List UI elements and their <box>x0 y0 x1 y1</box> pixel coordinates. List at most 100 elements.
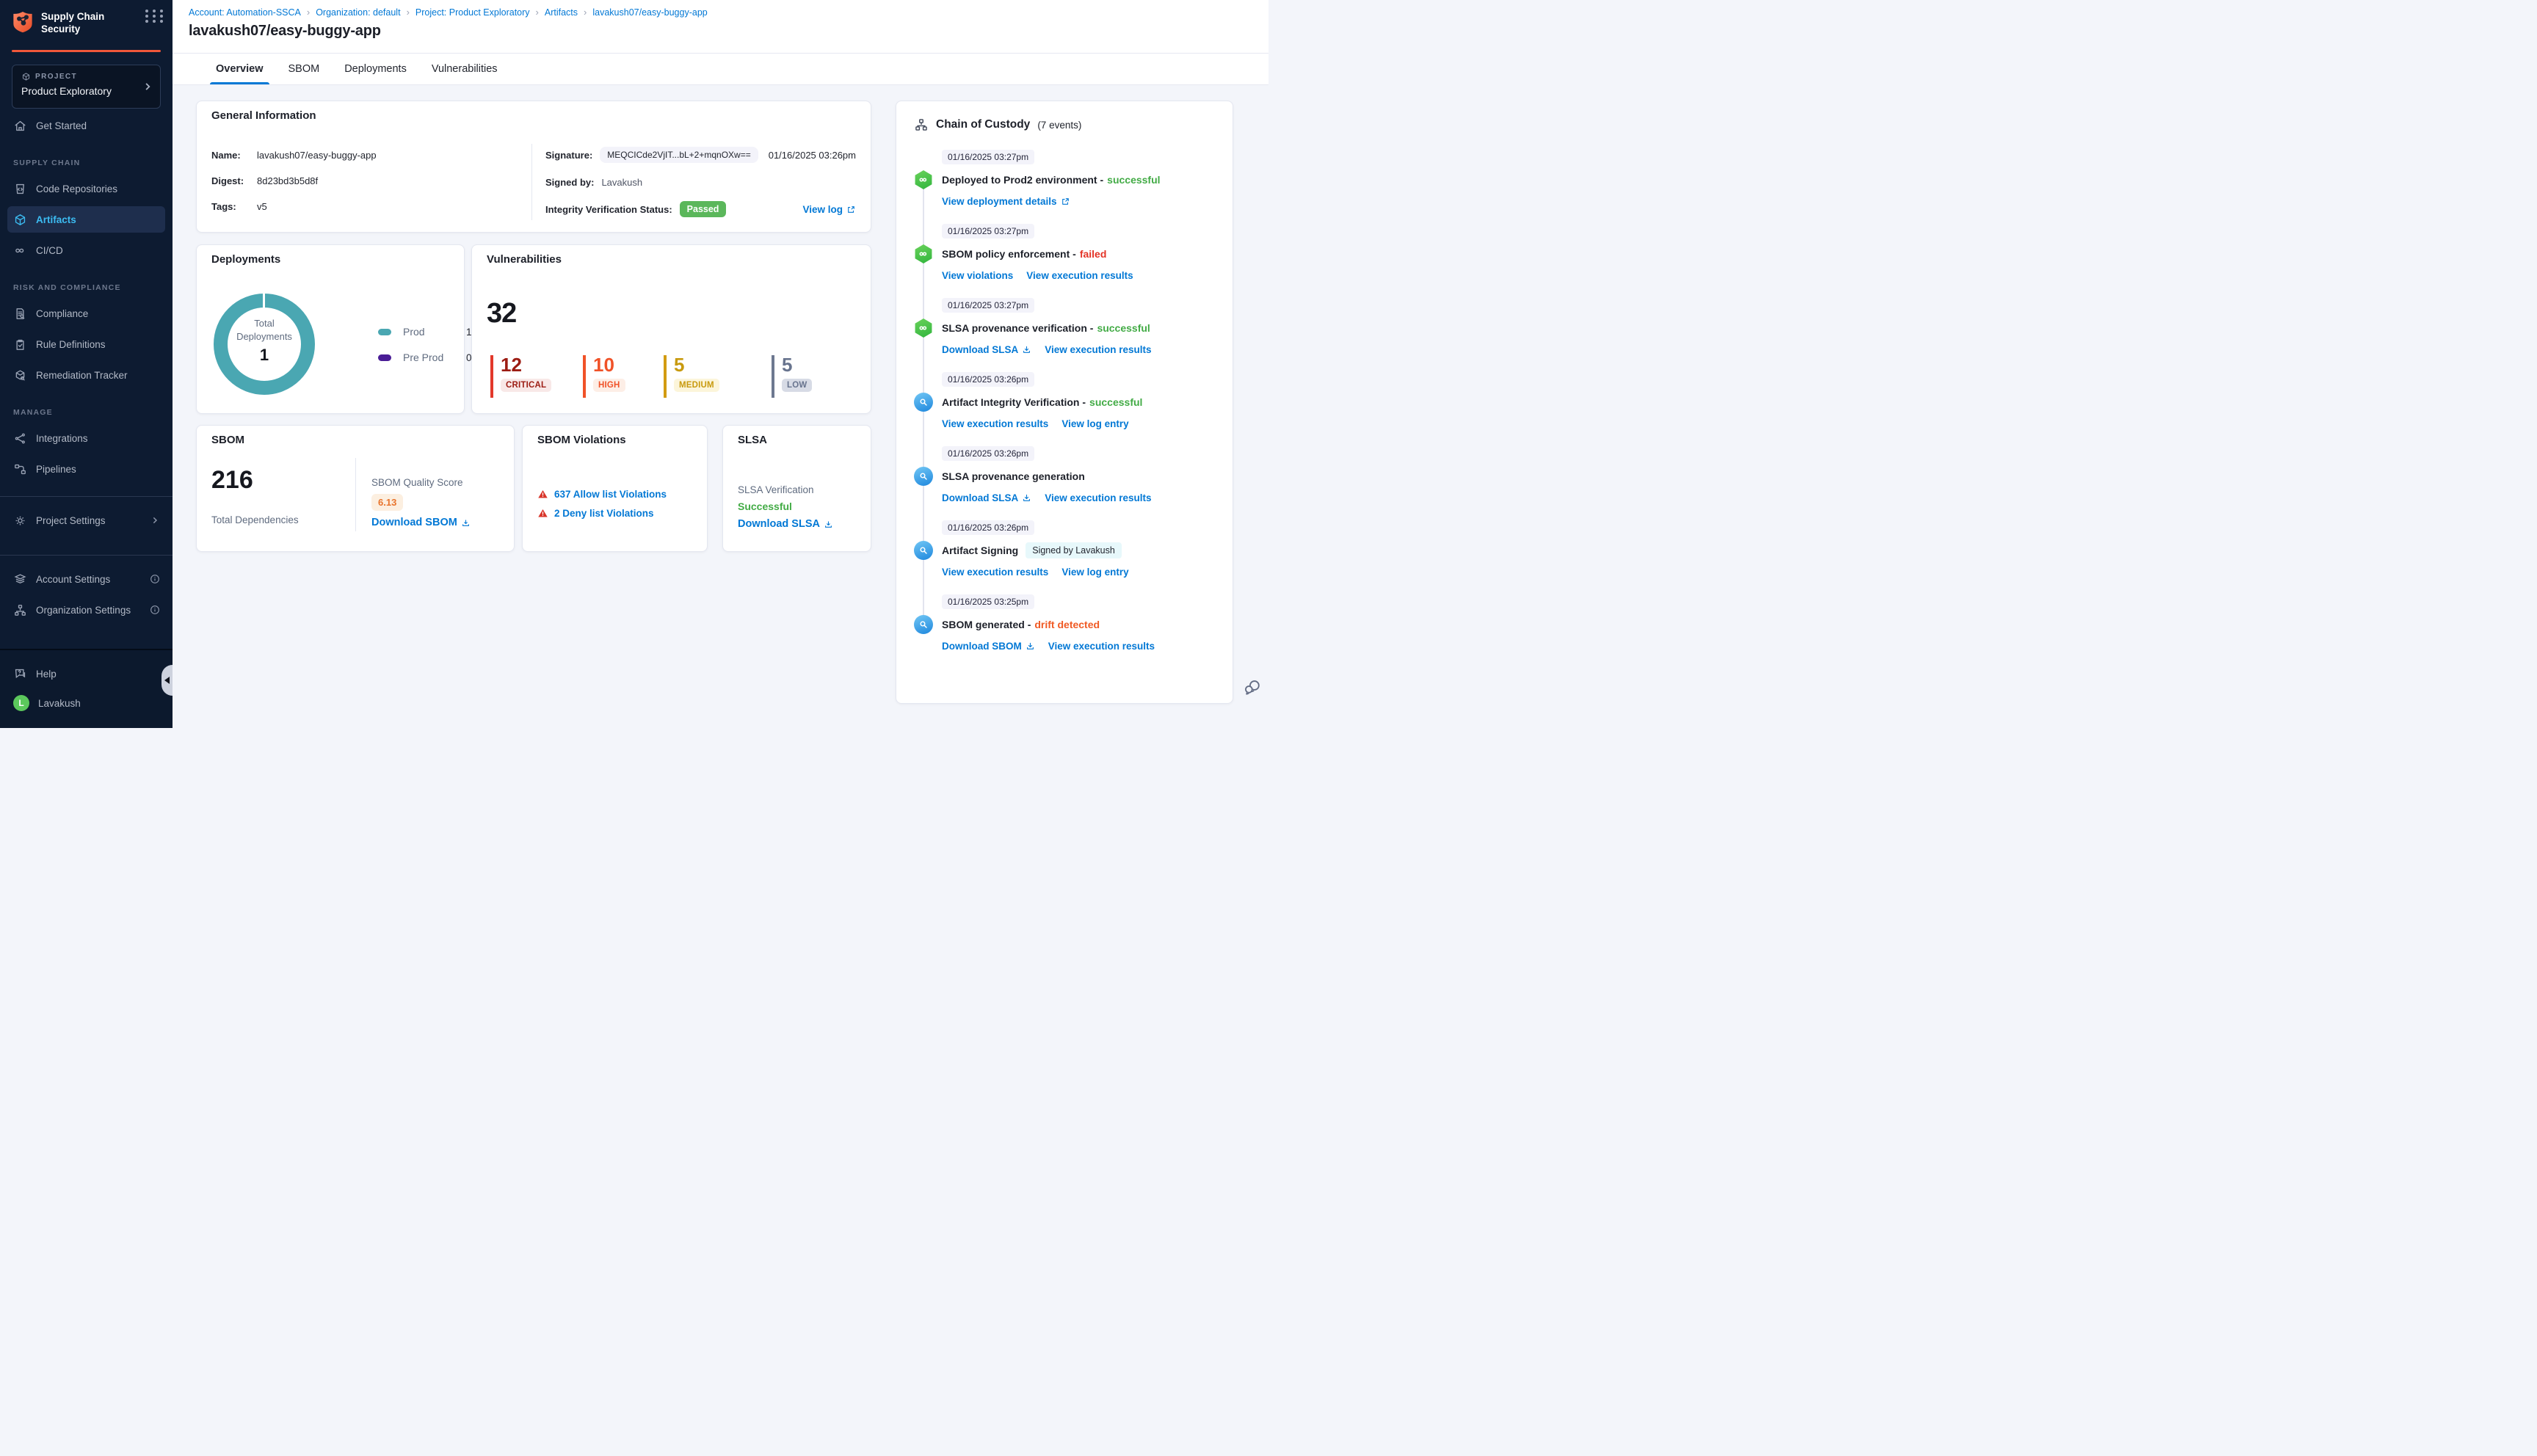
event-status: successful <box>1089 396 1143 408</box>
sidebar-item-help[interactable]: Help <box>0 659 173 688</box>
cicd-icon <box>15 248 24 252</box>
pipeline-icon <box>915 170 932 189</box>
sidebar-item-remediation-tracker[interactable]: Remediation Tracker <box>0 360 173 390</box>
sidebar-section-label: SUPPLY CHAIN <box>13 159 81 167</box>
digest-label: Digest: <box>211 175 244 186</box>
tags-value: v5 <box>257 201 267 212</box>
sidebar-item-label: Artifacts <box>36 214 76 225</box>
sidebar-item-label: Help <box>36 668 57 680</box>
sidebar-section-label: RISK AND COMPLIANCE <box>13 283 121 292</box>
sidebar-item-get-started[interactable]: Get Started <box>0 110 173 141</box>
chain-event: 01/16/2025 03:25pm SBOM generated - drift … <box>914 594 1218 652</box>
chain-event: 01/16/2025 03:26pm Artifact Integrity Ver… <box>914 372 1218 429</box>
user-name: Lavakush <box>38 697 81 709</box>
view-execution-results-link[interactable]: View execution results <box>1048 641 1155 652</box>
sidebar-item-organization-settings[interactable]: Organization Settings <box>0 594 173 625</box>
chain-of-custody-count: (7 events) <box>1037 119 1082 131</box>
breadcrumb: Account: Automation-SSCA › Organization: d… <box>189 7 1268 18</box>
project-cube-icon <box>22 73 30 81</box>
sidebar-footer: Help L Lavakush <box>0 649 173 728</box>
download-icon <box>1023 346 1031 353</box>
sidebar-nav: Get Started SUPPLY CHAIN Code Repositories… <box>0 110 173 484</box>
warning-triangle-icon <box>538 490 548 498</box>
legend-item-pre-prod: Pre Prod 0 <box>378 352 472 363</box>
tab-overview[interactable]: Overview <box>210 54 269 84</box>
page: Supply Chain Security PROJECT Product Ex… <box>0 0 1268 728</box>
signature-date: 01/16/2025 03:26pm <box>768 149 856 161</box>
violation-link[interactable]: 2 Deny list Violations <box>554 508 654 519</box>
sidebar-item-pipelines[interactable]: Pipelines <box>0 454 173 484</box>
sidebar-item-artifacts[interactable]: Artifacts <box>7 206 165 233</box>
artifact-name-value: lavakush07/easy-buggy-app <box>257 150 377 161</box>
view-log-link[interactable]: View log <box>802 204 856 215</box>
info-icon[interactable] <box>149 573 161 585</box>
sidebar-item-label: CI/CD <box>36 244 63 256</box>
legend-item-prod: Prod 1 <box>378 326 472 338</box>
download-sbom-link[interactable]: Download SBOM <box>942 641 1035 652</box>
general-information-card: General Information Name: lavakush07/eas… <box>196 101 871 233</box>
sidebar-item-account-settings[interactable]: Account Settings <box>0 564 173 594</box>
brand: Supply Chain Security <box>12 10 164 36</box>
breadcrumb-link[interactable]: lavakush07/easy-buggy-app <box>592 7 707 18</box>
violation-link[interactable]: 637 Allow list Violations <box>554 489 667 500</box>
view-deployment-details-link[interactable]: View deployment details <box>942 196 1070 207</box>
view-log-entry-link[interactable]: View log entry <box>1061 567 1128 578</box>
view-execution-results-link[interactable]: View execution results <box>1045 492 1151 503</box>
ssca-icon <box>920 547 927 554</box>
ssca-icon <box>914 467 933 486</box>
tab-sbom[interactable]: SBOM <box>287 54 322 84</box>
project-selector[interactable]: PROJECT Product Exploratory <box>12 65 161 109</box>
info-icon[interactable] <box>149 604 161 616</box>
sidebar-item-integrations[interactable]: Integrations <box>0 423 173 454</box>
event-badge: Signed by Lavakush <box>1026 542 1122 558</box>
sidebar-item-rule-definitions[interactable]: Rule Definitions <box>0 329 173 360</box>
download-sbom-link[interactable]: Download SBOM <box>371 517 471 528</box>
event-status: failed <box>1079 248 1107 260</box>
severity-count: 5 <box>782 354 793 376</box>
download-icon <box>462 519 469 526</box>
severity-count: 10 <box>593 354 614 376</box>
ssca-icon <box>920 473 927 480</box>
signature-value[interactable]: MEQCICde2VjIT...bL+2+mqnOXw== <box>600 147 758 163</box>
view-execution-results-link[interactable]: View execution results <box>1045 344 1151 355</box>
content: General Information Name: lavakush07/eas… <box>173 86 1268 728</box>
breadcrumb-link[interactable]: Organization: default <box>316 7 400 18</box>
download-slsa-link[interactable]: Download SLSA <box>942 492 1031 503</box>
chat-bubbles-icon[interactable] <box>1242 677 1262 697</box>
tab-deployments[interactable]: Deployments <box>343 54 408 84</box>
sidebar-user[interactable]: L Lavakush <box>0 688 173 718</box>
topbar: Account: Automation-SSCA › Organization: d… <box>173 0 1268 54</box>
breadcrumb-link[interactable]: Artifacts <box>545 7 578 18</box>
breadcrumb-separator: › <box>406 7 410 18</box>
project-selector-label: PROJECT <box>35 73 78 81</box>
view-execution-results-link[interactable]: View execution results <box>942 418 1048 429</box>
breadcrumb-link[interactable]: Account: Automation-SSCA <box>189 7 301 18</box>
event-title: SLSA provenance generation <box>942 470 1085 482</box>
breadcrumb-separator: › <box>584 7 587 18</box>
severity-block-high: 10 HIGH <box>583 355 625 398</box>
breadcrumb-link[interactable]: Project: Product Exploratory <box>415 7 530 18</box>
view-execution-results-link[interactable]: View execution results <box>942 567 1048 578</box>
download-slsa-link[interactable]: Download SLSA <box>738 518 833 530</box>
compliance-icon <box>13 307 27 321</box>
view-violations-link[interactable]: View violations <box>942 270 1013 281</box>
event-timestamp: 01/16/2025 03:26pm <box>942 372 1035 387</box>
view-execution-results-link[interactable]: View execution results <box>1026 270 1133 281</box>
event-title: Deployed to Prod2 environment - successfu… <box>942 174 1161 186</box>
donut-gap <box>263 293 265 308</box>
sidebar-item-code-repositories[interactable]: Code Repositories <box>0 173 173 204</box>
sidebar-section-label: MANAGE <box>13 408 53 417</box>
sidebar-item-project-settings[interactable]: Project Settings <box>0 505 173 536</box>
sidebar-item-ci-cd[interactable]: CI/CD <box>0 235 173 266</box>
deployments-card: Deployments Total Deployments 1 Prod 1 Pre… <box>196 244 472 414</box>
tab-vulnerabilities[interactable]: Vulnerabilities <box>430 54 499 84</box>
app-grid-icon[interactable] <box>142 7 168 26</box>
chain-event: 01/16/2025 03:27pm Deployed to Prod2 envi… <box>914 150 1218 207</box>
slsa-verification-status: Successful <box>738 500 792 512</box>
sidebar-item-compliance[interactable]: Compliance <box>0 298 173 329</box>
view-log-entry-link[interactable]: View log entry <box>1061 418 1128 429</box>
download-slsa-link[interactable]: Download SLSA <box>942 344 1031 355</box>
ssca-icon <box>920 398 927 406</box>
sidebar-collapse-handle[interactable] <box>161 665 173 696</box>
event-links: Download SBOM View execution results <box>942 641 1218 652</box>
